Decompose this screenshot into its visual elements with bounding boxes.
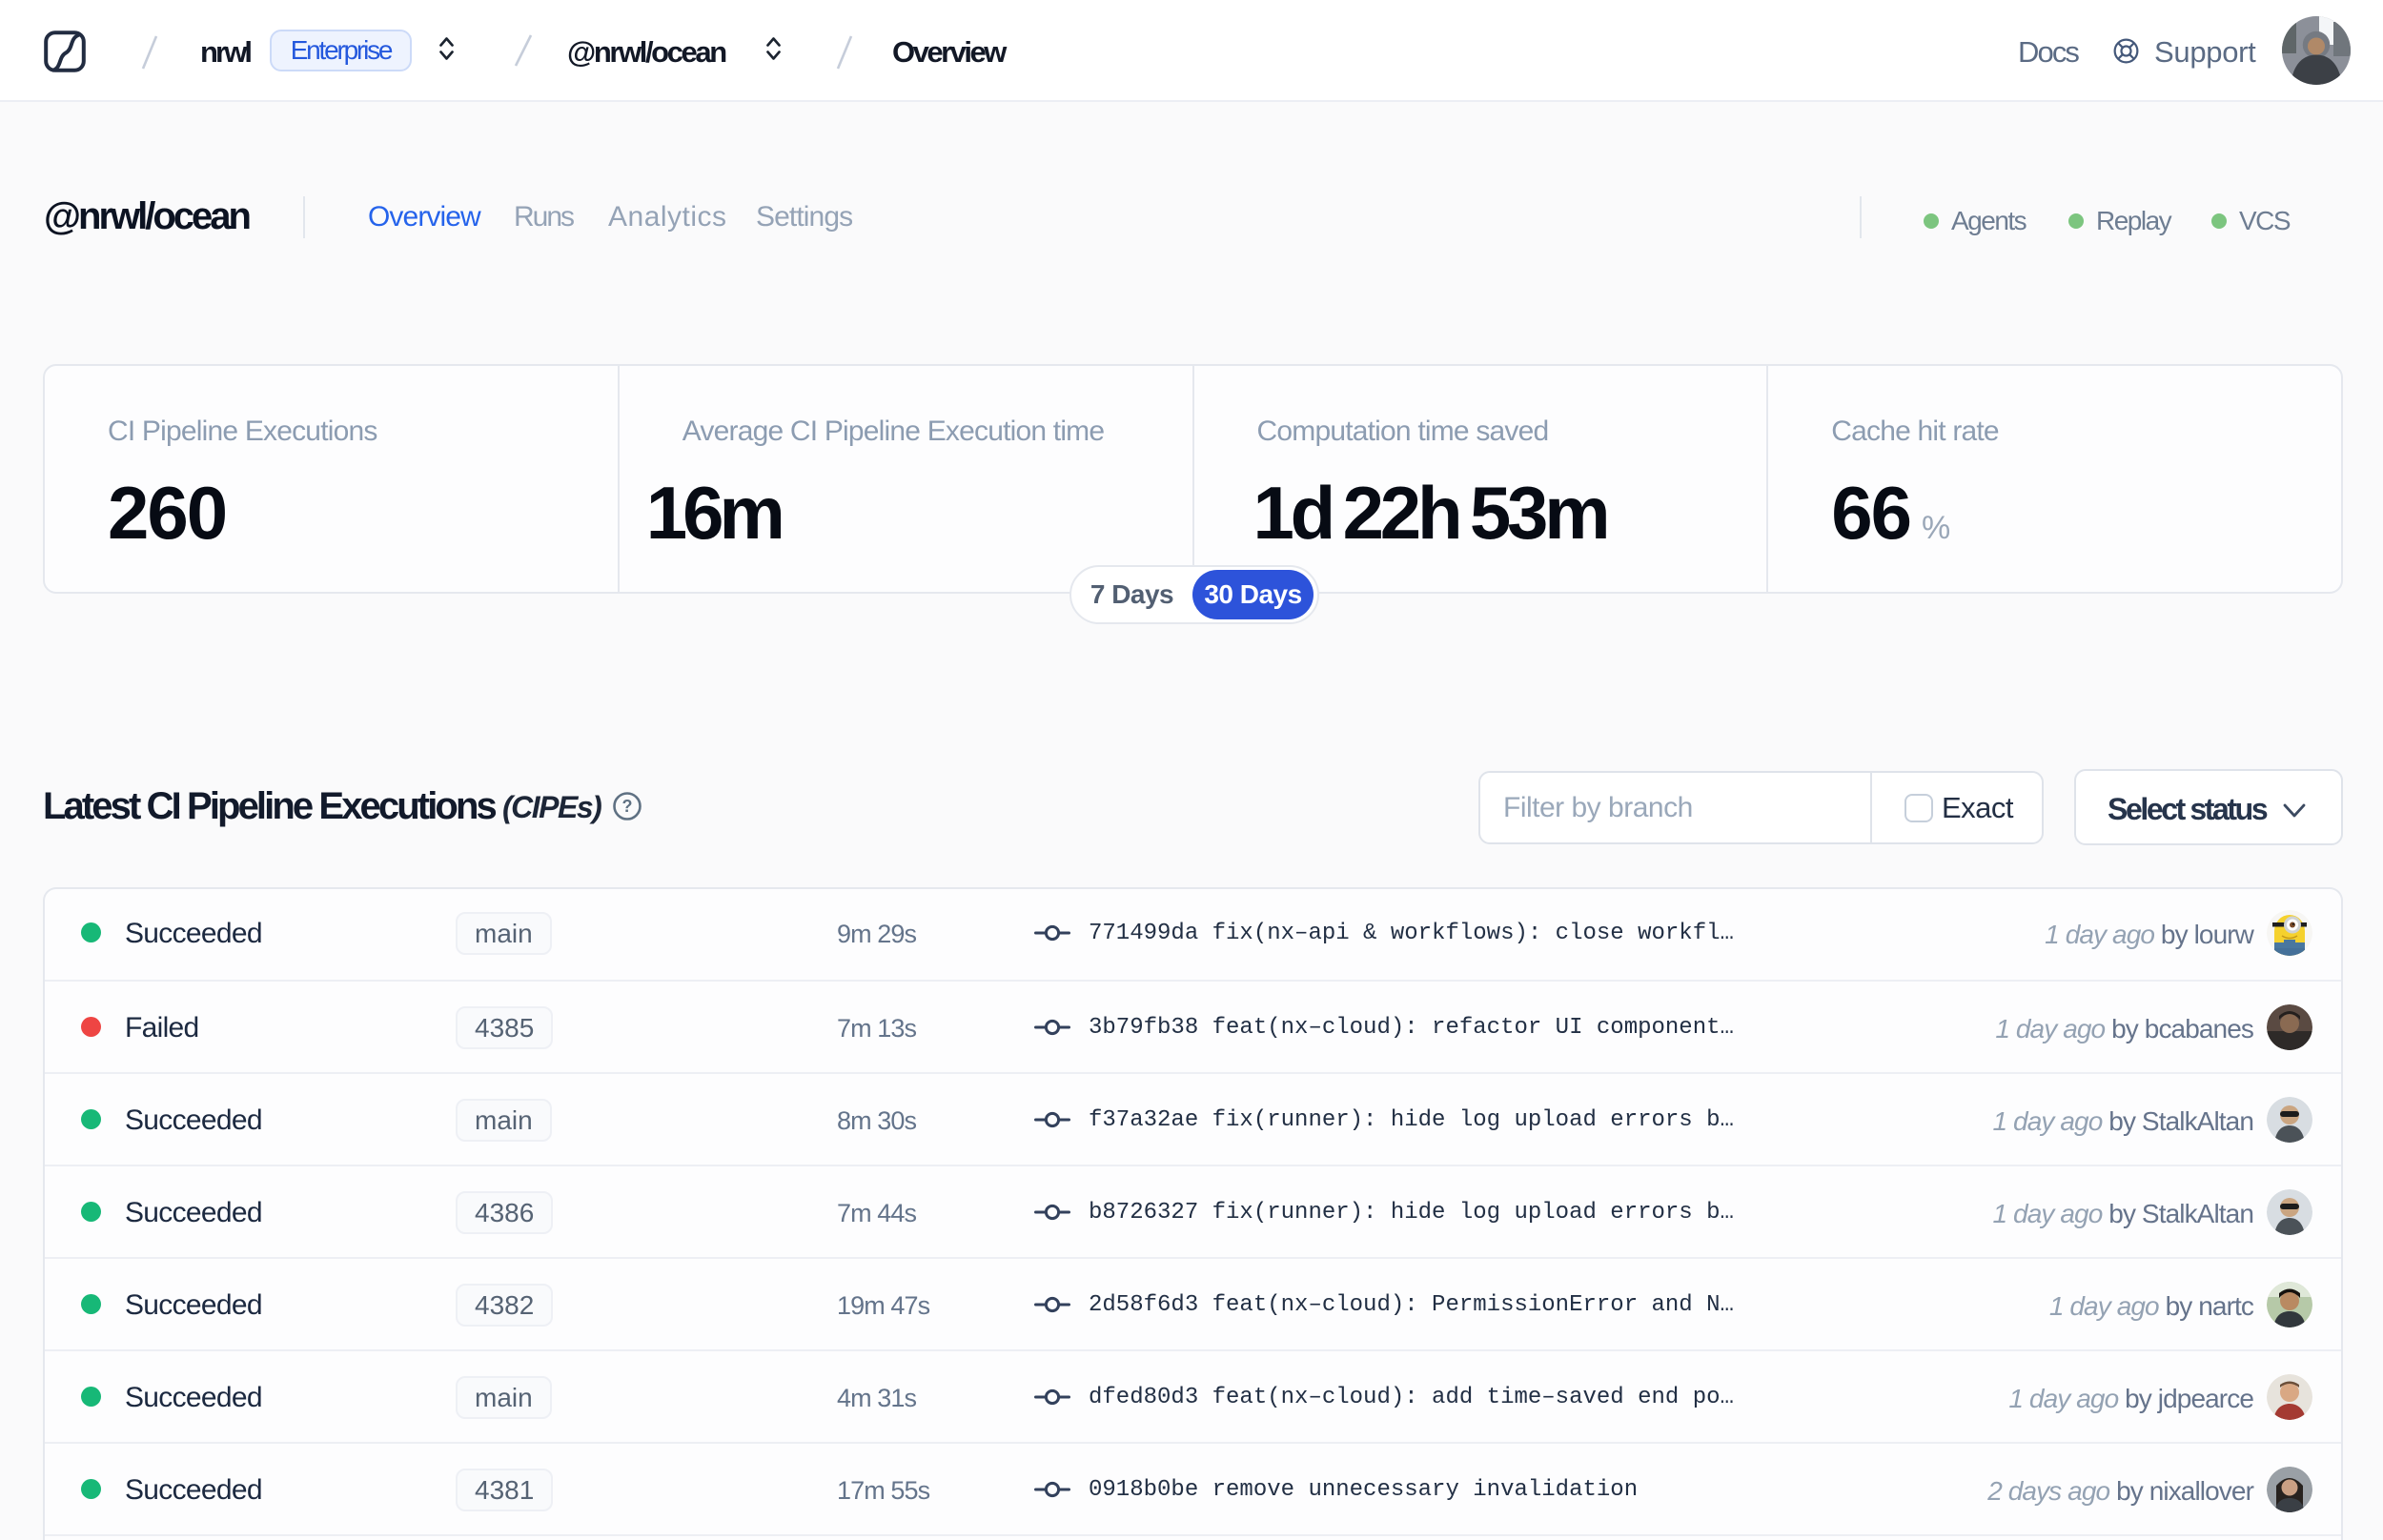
svg-text:?: ?: [622, 797, 633, 816]
